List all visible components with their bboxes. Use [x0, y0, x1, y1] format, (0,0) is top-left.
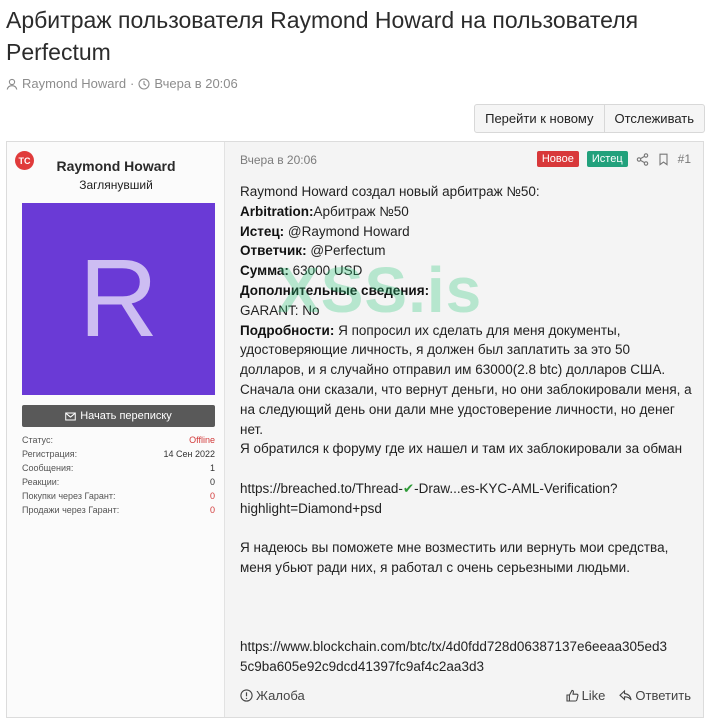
username-link[interactable]: Raymond Howard [7, 158, 225, 174]
field-label: Подробности: [240, 322, 335, 338]
like-button[interactable]: Like [566, 688, 606, 703]
stat-value: 14 Сен 2022 [163, 449, 215, 459]
start-conversation-button[interactable]: Начать переписку [22, 405, 215, 427]
report-button[interactable]: Жалоба [240, 688, 305, 703]
stat-row: Сообщения: 1 [22, 461, 215, 475]
link-part: -Draw...es-KYC-AML-Verification? [414, 480, 618, 496]
link-part: https://www.blockchain.com/btc/tx/4d0fdd… [240, 638, 668, 654]
thread-author-link[interactable]: Raymond Howard [22, 76, 126, 91]
stat-row: Статус: Offline [22, 433, 215, 447]
user-stats: Статус: Offline Регистрация: 14 Сен 2022 С… [22, 433, 215, 517]
goto-new-button[interactable]: Перейти к новому [475, 105, 603, 132]
field-label: Ответчик: [240, 243, 307, 259]
user-title: Заглянувший [79, 178, 153, 192]
stat-label: Статус: [22, 435, 53, 445]
link-part: https://breached.to/Thread- [240, 480, 403, 496]
stat-label: Сообщения: [22, 463, 74, 473]
defendant-line: Ответчик: @Perfectum [240, 241, 695, 261]
stat-label: Реакции: [22, 477, 60, 487]
field-label: Истец: [240, 223, 285, 239]
field-value: 63000 USD [288, 263, 363, 279]
stat-row: Покупки через Гарант: 0 [22, 489, 215, 503]
details-text: Я попросил их сделать для меня документы… [240, 322, 692, 437]
extra-line: Дополнительные сведения: [240, 281, 695, 301]
field-label: Arbitration: [240, 203, 314, 219]
plaintiff-line: Истец: @Raymond Howard [240, 222, 695, 242]
thread-actions: Перейти к новому Отслеживать [474, 104, 705, 133]
stat-label: Покупки через Гарант: [22, 491, 116, 501]
stat-value: 0 [209, 477, 215, 487]
garant-line: GARANT: No [240, 302, 320, 318]
stat-label: Продажи через Гарант: [22, 505, 120, 515]
footer-actions: Like Ответить [566, 688, 691, 703]
start-conversation-label: Начать переписку [80, 410, 172, 422]
post: TC Raymond Howard Заглянувший R Начать п… [6, 141, 704, 718]
stat-value: 1 [209, 463, 215, 473]
field-label: Сумма: [240, 263, 289, 279]
stat-label: Регистрация: [22, 449, 78, 459]
like-label: Like [581, 688, 606, 703]
share-icon[interactable] [636, 152, 649, 166]
watch-button[interactable]: Отслеживать [603, 105, 704, 132]
page-title: Арбитраж пользователя Raymond Howard на … [6, 7, 639, 65]
bookmark-icon[interactable] [657, 153, 670, 166]
reply-button[interactable]: Ответить [619, 688, 691, 703]
thread-date[interactable]: Вчера в 20:06 [154, 76, 237, 91]
thumbs-up-icon [566, 689, 579, 702]
blockchain-link[interactable]: https://www.blockchain.com/btc/tx/4d0fdd… [240, 637, 695, 677]
reply-label: Ответить [635, 688, 691, 703]
field-value: Арбитраж №50 [313, 203, 409, 219]
plaintiff-mention[interactable]: @Raymond Howard [284, 224, 410, 239]
post-date-link[interactable]: Вчера в 20:06 [240, 153, 317, 167]
post-body: Raymond Howard создал новый арбитраж №50… [240, 182, 695, 677]
clock-icon [138, 77, 150, 90]
stat-row: Реакции: 0 [22, 475, 215, 489]
reply-icon [619, 689, 632, 701]
stat-value: Offline [189, 435, 215, 445]
defendant-mention[interactable]: @Perfectum [307, 243, 385, 258]
plaintiff-badge: Истец [586, 151, 628, 167]
arbitration-line: Arbitration:Арбитраж №50 [240, 202, 695, 222]
new-badge: Новое [536, 151, 579, 167]
check-icon: ✔ [402, 480, 415, 496]
stat-value: 0 [209, 505, 215, 515]
post-footer: Жалоба Like Ответить [240, 688, 691, 708]
user-icon [6, 78, 18, 90]
breached-link[interactable]: https://breached.to/Thread-✔-Draw...es-K… [240, 479, 695, 519]
avatar[interactable]: R [22, 203, 215, 395]
post-number-link[interactable]: #1 [678, 152, 691, 166]
envelope-icon [65, 412, 76, 420]
meta-separator: · [130, 76, 135, 91]
link-part: highlight=Diamond+psd [240, 500, 382, 516]
amount-line: Сумма: 63000 USD [240, 261, 695, 281]
stat-row: Регистрация: 14 Сен 2022 [22, 447, 215, 461]
field-label: Дополнительные сведения: [240, 282, 430, 298]
post-intro: Raymond Howard создал новый арбитраж №50… [240, 184, 540, 199]
user-panel: TC Raymond Howard Заглянувший R Начать п… [7, 142, 225, 717]
stat-value: 0 [209, 491, 215, 501]
forum-line: Я обратился к форуму где их нашел и там … [240, 441, 683, 457]
hope-text: Я надеюсь вы поможете мне возместить или… [240, 540, 669, 576]
report-label: Жалоба [256, 688, 305, 703]
alert-icon [240, 689, 253, 702]
post-tools: Новое Истец #1 [536, 151, 691, 167]
stat-row: Продажи через Гарант: 0 [22, 503, 215, 517]
message-panel: Вчера в 20:06 Новое Истец #1 Raymond How… [226, 142, 703, 717]
details-line: Подробности: Я попросил их сделать для м… [240, 321, 695, 440]
thread-meta: Raymond Howard · Вчера в 20:06 [6, 76, 238, 91]
link-part: 5c9ba605e92c9dcd41397fc9af4c2aa3d3 [240, 658, 484, 674]
